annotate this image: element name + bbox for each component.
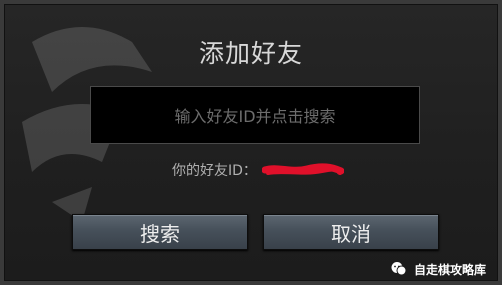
friend-id-input-placeholder: 输入好友ID并点击搜索 xyxy=(174,107,336,126)
cancel-button[interactable]: 取消 xyxy=(263,214,439,250)
brand-name: 自走棋攻略库 xyxy=(413,262,486,277)
brand-watermark: 自走棋攻略库 xyxy=(390,258,486,280)
friend-id-input[interactable]: 输入好友ID并点击搜索 xyxy=(90,86,420,144)
search-button[interactable]: 搜索 xyxy=(72,214,248,250)
your-friend-id-label: 你的好友ID： xyxy=(172,163,257,179)
redaction-scribble xyxy=(262,163,344,175)
dialog-title: 添加好友 xyxy=(198,39,303,68)
wechat-logo-icon xyxy=(391,262,407,276)
add-friend-dialog: 添加好友 输入好友ID并点击搜索 你的好友ID： 搜索 取消 自走棋攻略库 xyxy=(0,0,502,285)
